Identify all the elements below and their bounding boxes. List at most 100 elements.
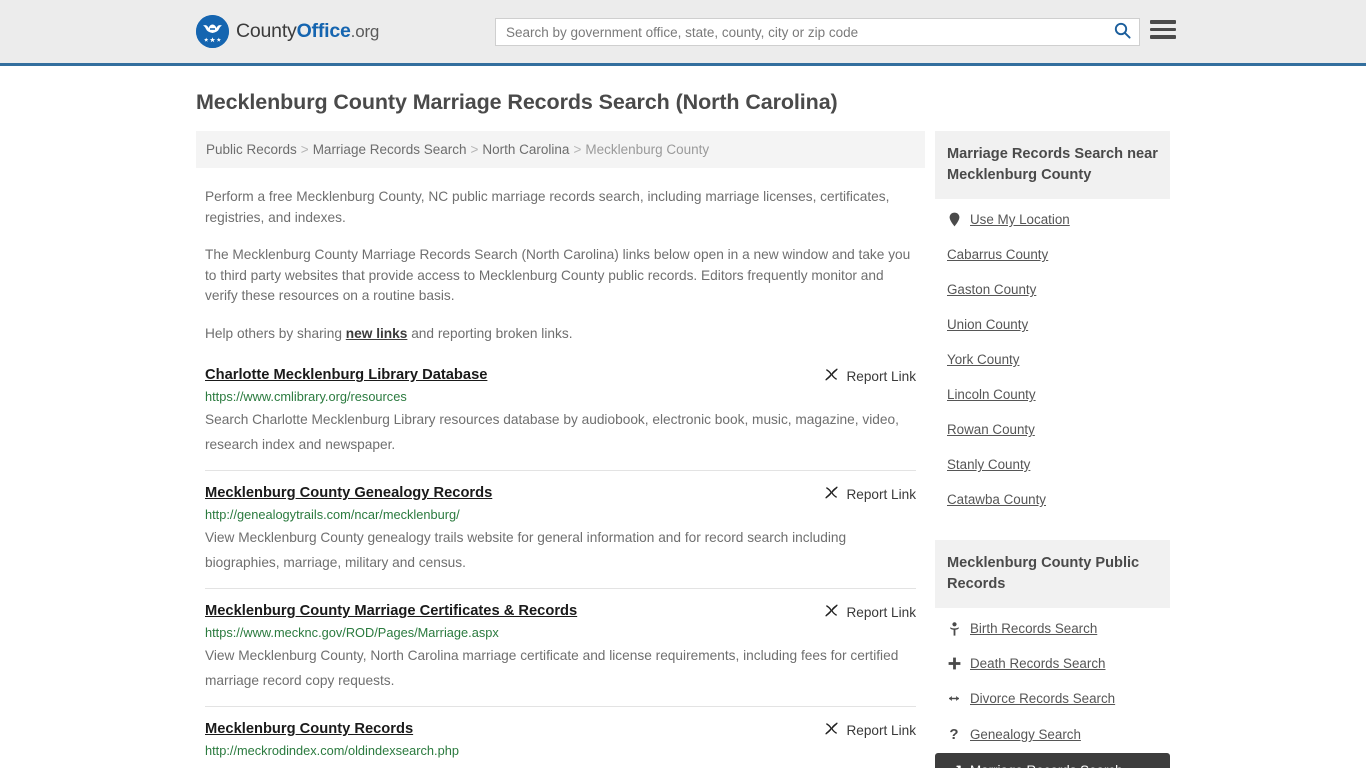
breadcrumb-item-public-records[interactable]: Public Records <box>206 142 297 157</box>
result-description: View Mecklenburg County indexed book rec… <box>205 761 916 768</box>
intro-share-suffix: and reporting broken links. <box>407 325 573 341</box>
county-link-label: Gaston County <box>947 282 1037 297</box>
breadcrumb-item-north-carolina[interactable]: North Carolina <box>482 142 569 157</box>
breadcrumb: Public Records > Marriage Records Search > N… <box>196 131 925 168</box>
sidebar-item-catawba-county[interactable]: Catawba County <box>947 482 1158 517</box>
result-url[interactable]: https://www.mecknc.gov/ROD/Pages/Marriag… <box>205 625 916 641</box>
intro-paragraph-2: The Mecklenburg County Marriage Records … <box>205 247 911 303</box>
public-record-label: Divorce Records Search <box>970 691 1116 706</box>
sidebar-item-birth-records-search[interactable]: Birth Records Search <box>947 611 1158 646</box>
sidebar-item-marriage-records-search[interactable]: Marriage Records Search <box>935 753 1170 768</box>
broken-link-icon <box>824 485 839 503</box>
breadcrumb-separator: > <box>300 142 309 157</box>
county-link-label: Cabarrus County <box>947 247 1049 262</box>
sidebar-item-lincoln-county[interactable]: Lincoln County <box>947 377 1158 412</box>
result-header: Charlotte Mecklenburg Library Database R… <box>205 366 916 385</box>
result-title-link[interactable]: Mecklenburg County Records <box>205 720 413 739</box>
hamburger-bar <box>1150 20 1176 24</box>
sidebar-item-death-records-search[interactable]: Death Records Search <box>947 646 1158 681</box>
public-records-box: Mecklenburg County Public Records Birth … <box>935 540 1170 768</box>
content-columns: Public Records > Marriage Records Search > N… <box>196 131 1170 768</box>
sidebar-item-cabarrus-county[interactable]: Cabarrus County <box>947 237 1158 272</box>
report-link-button[interactable]: Report Link <box>824 720 916 739</box>
sidebar-item-genealogy-search[interactable]: ? Genealogy Search <box>947 716 1158 753</box>
result-title-link[interactable]: Mecklenburg County Marriage Certificates… <box>205 602 577 621</box>
report-link-label: Report Link <box>846 486 916 502</box>
public-records-heading: Mecklenburg County Public Records <box>935 540 1170 608</box>
intro-share-prefix: Help others by sharing <box>205 325 346 341</box>
hamburger-bar <box>1150 35 1176 39</box>
result-url[interactable]: http://meckrodindex.com/oldindexsearch.p… <box>205 743 916 759</box>
nearby-records-list: Use My Location Cabarrus County Gaston C… <box>935 199 1170 517</box>
sidebar: Marriage Records Search near Mecklenburg… <box>935 131 1170 768</box>
new-links-link[interactable]: new links <box>346 326 408 341</box>
question-mark-icon: ? <box>949 726 959 743</box>
sidebar-item-divorce-records-search[interactable]: Divorce Records Search <box>947 681 1158 716</box>
site-header: CountyOffice.org <box>0 0 1366 66</box>
sidebar-item-stanly-county[interactable]: Stanly County <box>947 447 1158 482</box>
county-link-label: Catawba County <box>947 492 1046 507</box>
site-logo[interactable]: CountyOffice.org <box>196 15 379 48</box>
eagle-shield-icon <box>196 15 229 48</box>
result-url[interactable]: https://www.cmlibrary.org/resources <box>205 389 916 405</box>
search-bar[interactable] <box>495 18 1140 46</box>
result-title-link[interactable]: Mecklenburg County Genealogy Records <box>205 484 492 503</box>
sidebar-item-union-county[interactable]: Union County <box>947 307 1158 342</box>
result-header: Mecklenburg County Genealogy Records Rep… <box>205 484 916 503</box>
result-item: Mecklenburg County Marriage Certificates… <box>205 602 916 707</box>
search-button[interactable] <box>1105 19 1139 45</box>
use-my-location-item[interactable]: Use My Location <box>947 202 1158 237</box>
result-item: Charlotte Mecklenburg Library Database R… <box>205 366 916 471</box>
logo-text-office: Office <box>296 20 351 42</box>
result-description: View Mecklenburg County genealogy trails… <box>205 530 847 570</box>
sidebar-item-york-county[interactable]: York County <box>947 342 1158 377</box>
breadcrumb-item-marriage-records-search[interactable]: Marriage Records Search <box>313 142 467 157</box>
county-link-label: Lincoln County <box>947 387 1036 402</box>
result-url[interactable]: http://genealogytrails.com/ncar/mecklenb… <box>205 507 916 523</box>
public-record-label: Genealogy Search <box>970 727 1081 742</box>
public-record-label: Death Records Search <box>970 656 1106 671</box>
report-link-button[interactable]: Report Link <box>824 602 916 621</box>
page-container: Mecklenburg County Marriage Records Sear… <box>0 90 1366 768</box>
public-record-label: Marriage Records Search <box>970 763 1123 768</box>
breadcrumb-item-mecklenburg-county: Mecklenburg County <box>585 142 710 157</box>
use-my-location-label: Use My Location <box>970 212 1070 227</box>
sidebar-item-rowan-county[interactable]: Rowan County <box>947 412 1158 447</box>
baby-icon <box>947 621 961 636</box>
results-list: Charlotte Mecklenburg Library Database R… <box>196 366 925 768</box>
hamburger-menu-icon[interactable] <box>1150 20 1176 39</box>
search-icon <box>1114 22 1131 42</box>
report-link-label: Report Link <box>846 722 916 738</box>
logo-text-county: County <box>236 20 297 42</box>
hamburger-bar <box>1150 27 1176 31</box>
county-link-label: Stanly County <box>947 457 1031 472</box>
public-records-list: Birth Records Search Death Records Searc… <box>935 608 1170 768</box>
result-item: Mecklenburg County Genealogy Records Rep… <box>205 484 916 589</box>
breadcrumb-separator: > <box>573 142 582 157</box>
county-link-label: Rowan County <box>947 422 1035 437</box>
nearby-records-box: Marriage Records Search near Mecklenburg… <box>935 131 1170 517</box>
main-column: Public Records > Marriage Records Search > N… <box>196 131 925 768</box>
page-title: Mecklenburg County Marriage Records Sear… <box>196 90 838 114</box>
sidebar-item-gaston-county[interactable]: Gaston County <box>947 272 1158 307</box>
result-description: Search Charlotte Mecklenburg Library res… <box>205 412 899 452</box>
broken-link-icon <box>824 721 839 739</box>
nearby-records-heading: Marriage Records Search near Mecklenburg… <box>935 131 1170 199</box>
intro-paragraph-1: Perform a free Mecklenburg County, NC pu… <box>205 189 890 225</box>
result-title-link[interactable]: Charlotte Mecklenburg Library Database <box>205 366 487 385</box>
intro-section: Perform a free Mecklenburg County, NC pu… <box>196 187 925 344</box>
male-female-icon <box>947 764 961 768</box>
logo-text-org: .org <box>350 22 380 41</box>
map-pin-icon <box>947 212 961 227</box>
result-header: Mecklenburg County Records Report Link <box>205 720 916 739</box>
breadcrumb-separator: > <box>470 142 479 157</box>
report-link-button[interactable]: Report Link <box>824 484 916 503</box>
search-input[interactable] <box>496 19 1105 45</box>
county-link-label: Union County <box>947 317 1029 332</box>
broken-link-icon <box>824 367 839 385</box>
county-link-label: York County <box>947 352 1020 367</box>
broken-link-icon <box>824 603 839 621</box>
intro-paragraph-3: Help others by sharing new links and rep… <box>205 324 916 345</box>
report-link-button[interactable]: Report Link <box>824 366 916 385</box>
report-link-label: Report Link <box>846 368 916 384</box>
